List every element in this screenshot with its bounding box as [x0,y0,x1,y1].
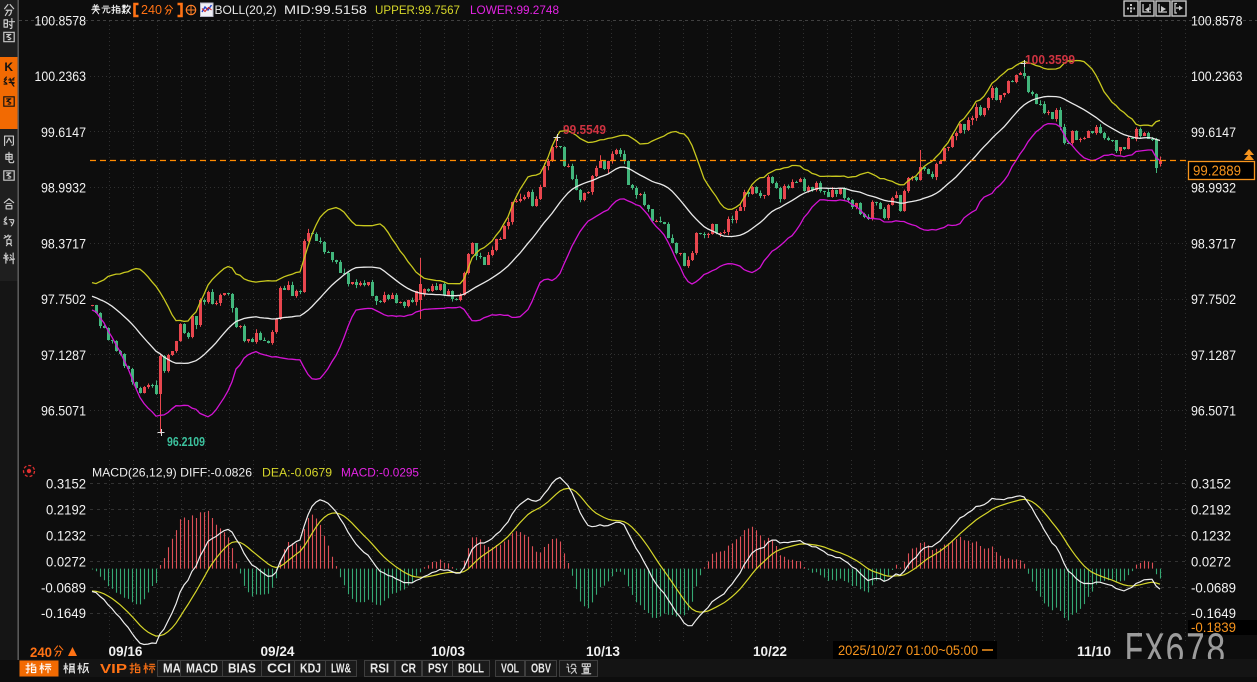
svg-text:96.5071: 96.5071 [41,403,86,419]
svg-text:0.3152: 0.3152 [1191,476,1231,492]
svg-text:99.6147: 99.6147 [41,124,86,140]
svg-text:240: 240 [141,3,162,17]
svg-text:KDJ: KDJ [300,662,321,676]
svg-text:CCI: CCI [267,662,291,676]
svg-text:MACD: MACD [186,662,218,676]
svg-text:97.7502: 97.7502 [41,291,86,307]
svg-text:LW&: LW& [331,662,351,676]
svg-text:MACD(26,12,9) DIFF:-0.0826: MACD(26,12,9) DIFF:-0.0826 [92,466,252,480]
svg-text:BIAS: BIAS [228,662,256,676]
svg-text:97.1287: 97.1287 [41,347,86,363]
svg-text:0.0272: 0.0272 [46,553,86,569]
svg-text:0.0272: 0.0272 [1191,553,1231,569]
svg-text:99.2889: 99.2889 [1193,164,1241,180]
svg-text:VOL: VOL [501,662,519,676]
svg-text:09/24: 09/24 [261,643,295,659]
svg-text:100.2363: 100.2363 [1191,68,1243,84]
svg-text:99.6147: 99.6147 [1191,124,1236,140]
svg-text:VIP: VIP [100,661,127,676]
svg-text:98.9932: 98.9932 [41,180,86,196]
svg-text:10/13: 10/13 [586,643,620,659]
svg-text:MACD:-0.0295: MACD:-0.0295 [341,466,419,480]
svg-text:2025/10/27 01:00~05:00: 2025/10/27 01:00~05:00 [838,643,978,658]
svg-text:DEA:-0.0679: DEA:-0.0679 [262,466,332,480]
svg-text:100.3599: 100.3599 [1025,53,1075,67]
svg-text:11/10: 11/10 [1077,643,1111,659]
svg-text:96.2109: 96.2109 [167,435,205,449]
svg-text:MID:99.5158: MID:99.5158 [284,3,367,17]
svg-text:CR: CR [401,662,416,676]
svg-text:100.8578: 100.8578 [1191,12,1243,28]
svg-text:98.9932: 98.9932 [1191,180,1236,196]
svg-text:BOLL(20,2): BOLL(20,2) [215,3,277,17]
svg-text:240: 240 [30,644,52,660]
svg-text:UPPER:99.7567: UPPER:99.7567 [375,3,460,17]
svg-text:OBV: OBV [531,662,551,676]
svg-text:97.7502: 97.7502 [1191,291,1236,307]
svg-text:100.2363: 100.2363 [35,68,87,84]
svg-text:-0.1649: -0.1649 [41,605,86,621]
svg-text:98.3717: 98.3717 [1191,235,1236,251]
svg-text:96.5071: 96.5071 [1191,403,1236,419]
svg-text:0.2192: 0.2192 [1191,501,1231,517]
svg-text:BOLL: BOLL [458,662,484,676]
svg-text:10/03: 10/03 [431,643,465,659]
svg-text:0.1232: 0.1232 [46,528,86,544]
svg-text:100.8578: 100.8578 [35,12,87,28]
svg-text:-0.0689: -0.0689 [41,579,86,595]
svg-text:99.5549: 99.5549 [563,123,606,137]
svg-text:MA: MA [163,662,181,676]
svg-text:0.3152: 0.3152 [46,476,86,492]
svg-text:09/16: 09/16 [109,643,143,659]
svg-text:-0.0689: -0.0689 [1191,579,1236,595]
svg-text:0.2192: 0.2192 [46,501,86,517]
svg-text:98.3717: 98.3717 [41,235,86,251]
svg-text:PSY: PSY [428,662,449,676]
svg-text:10/22: 10/22 [753,643,787,659]
svg-text:97.1287: 97.1287 [1191,347,1236,363]
svg-text:RSI: RSI [370,662,389,676]
svg-text:K: K [4,60,13,74]
svg-text:0.1232: 0.1232 [1191,528,1231,544]
svg-text:LOWER:99.2748: LOWER:99.2748 [470,3,559,17]
